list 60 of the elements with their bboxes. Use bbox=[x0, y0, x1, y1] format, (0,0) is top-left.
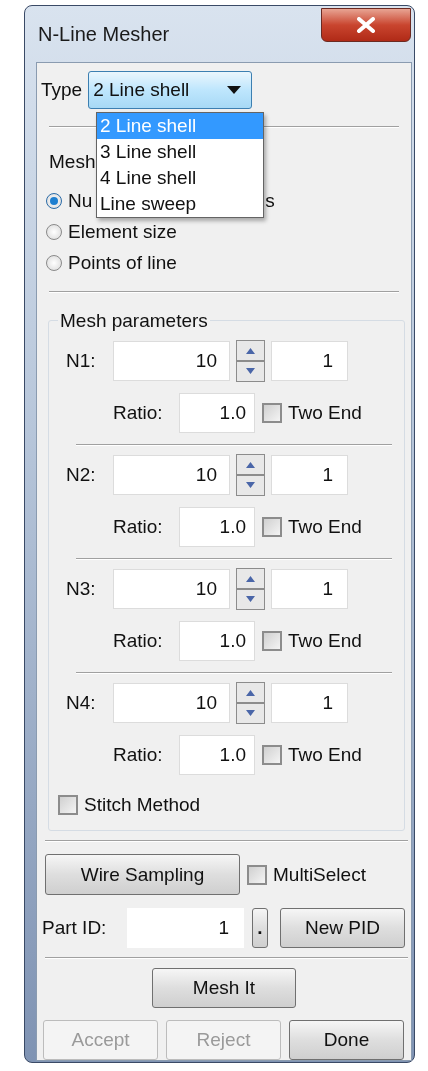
close-icon bbox=[356, 17, 376, 33]
field-label: Part ID: bbox=[42, 917, 108, 939]
field-label: N4: bbox=[66, 692, 97, 714]
new-pid-button[interactable]: New PID bbox=[280, 908, 405, 948]
checkbox[interactable] bbox=[262, 631, 282, 651]
ratio-field[interactable]: 1.0 bbox=[179, 393, 255, 433]
count-field[interactable]: 10 bbox=[113, 341, 230, 381]
radio-label: Points of line bbox=[68, 251, 177, 274]
step-field[interactable]: 1 bbox=[271, 455, 348, 495]
field-label: Ratio: bbox=[113, 744, 164, 766]
group-label: Mesh bbox=[49, 150, 96, 174]
checkbox[interactable] bbox=[262, 745, 282, 765]
caret-icon bbox=[227, 86, 242, 94]
checkbox-label: Two End bbox=[288, 402, 362, 424]
checkbox-label: Two End bbox=[288, 516, 362, 538]
dropdown-option[interactable]: 3 Line shell bbox=[97, 139, 263, 165]
type-dropdown[interactable]: 2 Line shell bbox=[88, 71, 253, 109]
spinner-icon bbox=[236, 340, 265, 382]
ratio-field[interactable]: 1.0 bbox=[179, 735, 255, 775]
mesh-it-button[interactable]: Mesh It bbox=[152, 968, 296, 1008]
checkbox[interactable] bbox=[262, 517, 282, 537]
radio-label: Nu bbox=[68, 189, 93, 212]
count-field[interactable]: 10 bbox=[113, 569, 230, 609]
close-button[interactable] bbox=[321, 8, 411, 42]
step-field[interactable]: 1 bbox=[271, 341, 348, 381]
step-field[interactable]: 1 bbox=[271, 569, 348, 609]
field-label: N3: bbox=[66, 578, 97, 600]
checkbox-label: Stitch Method bbox=[84, 794, 201, 816]
ratio-field[interactable]: 1.0 bbox=[179, 621, 255, 661]
step-field[interactable]: 1 bbox=[271, 683, 348, 723]
spinner-icon bbox=[236, 682, 265, 724]
radio-button[interactable] bbox=[46, 254, 62, 271]
type-label: Type bbox=[41, 79, 83, 101]
checkbox[interactable] bbox=[262, 403, 282, 423]
part-id-field[interactable]: 1 bbox=[127, 908, 244, 948]
spinner-icon bbox=[236, 454, 265, 496]
dropdown-option[interactable]: 4 Line shell bbox=[97, 165, 263, 191]
dialog-button[interactable]: Done bbox=[289, 1020, 404, 1060]
field-label: Ratio: bbox=[113, 630, 164, 652]
radio-label: Element size bbox=[68, 220, 177, 243]
field-label: N2: bbox=[66, 464, 97, 486]
window-title: N-Line Mesher bbox=[38, 22, 170, 46]
field-label: Ratio: bbox=[113, 402, 164, 424]
field-label: N1: bbox=[66, 350, 97, 372]
radio-button[interactable] bbox=[46, 223, 62, 240]
checkbox-label: MultiSelect bbox=[273, 863, 366, 886]
checkbox[interactable] bbox=[247, 864, 267, 885]
wire-sampling-button[interactable]: Wire Sampling bbox=[45, 854, 240, 895]
count-field[interactable]: 10 bbox=[113, 683, 230, 723]
spinner-icon bbox=[236, 568, 265, 610]
ratio-field[interactable]: 1.0 bbox=[179, 507, 255, 547]
checkbox[interactable] bbox=[58, 795, 78, 815]
checkbox-label: Two End bbox=[288, 630, 362, 652]
radio-label: s bbox=[265, 189, 275, 212]
count-field[interactable]: 10 bbox=[113, 455, 230, 495]
dropdown-option[interactable]: Line sweep bbox=[97, 191, 263, 217]
dot-button[interactable]: . bbox=[252, 908, 268, 948]
radio-button[interactable] bbox=[46, 192, 62, 209]
checkbox-label: Two End bbox=[288, 744, 362, 766]
field-label: Ratio: bbox=[113, 516, 164, 538]
